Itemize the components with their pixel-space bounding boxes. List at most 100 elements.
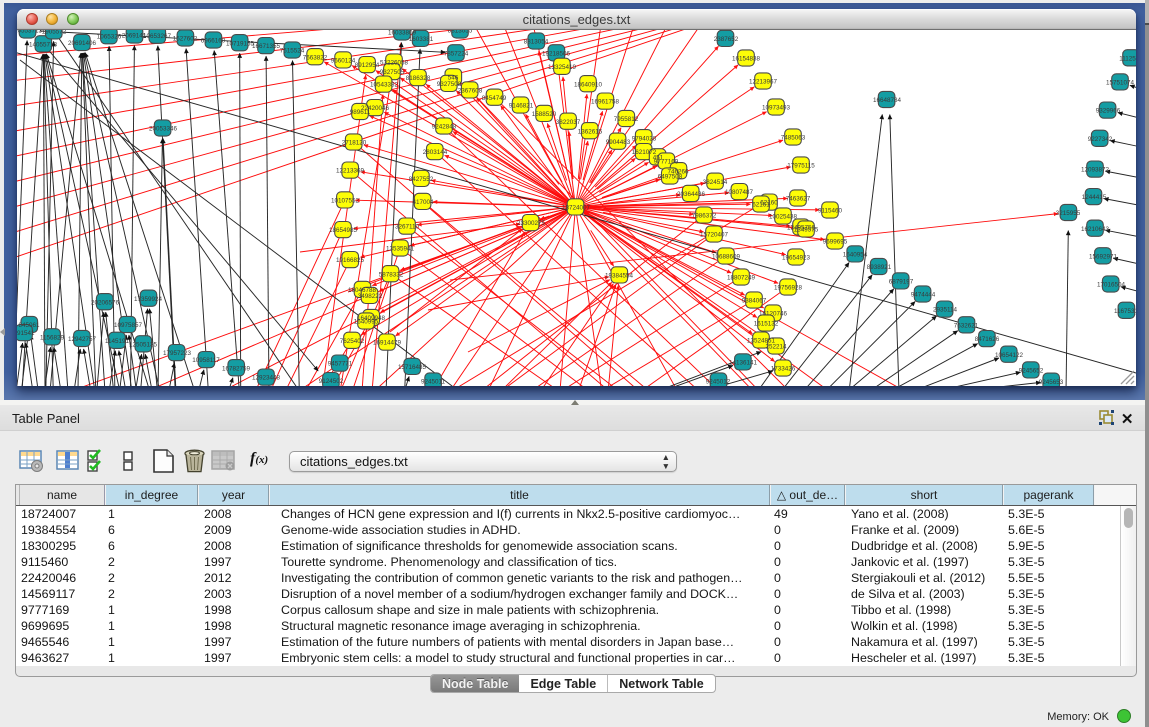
svg-text:20053346: 20053346 (149, 126, 178, 133)
svg-text:9227342: 9227342 (1088, 136, 1113, 143)
svg-text:6879197: 6879197 (889, 279, 914, 286)
svg-text:9327505: 9327505 (380, 69, 405, 76)
svg-text:10958117: 10958117 (192, 357, 220, 364)
svg-text:1615132: 1615132 (754, 321, 779, 328)
svg-text:12923448: 12923448 (252, 375, 281, 382)
svg-text:10025438: 10025438 (769, 214, 798, 221)
svg-text:6497508: 6497508 (658, 174, 683, 181)
svg-text:18807249: 18807249 (727, 275, 756, 282)
svg-text:13325419: 13325419 (548, 64, 577, 71)
svg-text:10719155: 10719155 (226, 40, 255, 47)
svg-text:18724007: 18724007 (562, 205, 591, 212)
svg-text:9904483: 9904483 (606, 139, 631, 146)
svg-text:10973493: 10973493 (762, 105, 791, 112)
svg-text:1112543: 1112543 (1119, 55, 1136, 62)
svg-text:7515524: 7515524 (280, 48, 305, 55)
svg-text:17016504: 17016504 (1097, 282, 1126, 289)
svg-text:10543382: 10543382 (370, 82, 399, 89)
svg-text:2387652: 2387652 (714, 36, 739, 43)
svg-text:9242848: 9242848 (432, 124, 457, 131)
svg-text:16961758: 16961758 (591, 99, 620, 106)
svg-text:10653267: 10653267 (143, 33, 172, 40)
svg-text:391541: 391541 (17, 330, 35, 337)
svg-text:12213967: 12213967 (749, 79, 778, 86)
svg-text:7663822: 7663822 (303, 54, 328, 61)
svg-text:19654923: 19654923 (782, 255, 811, 262)
svg-text:1527602: 1527602 (173, 36, 198, 43)
svg-text:10688609: 10688609 (712, 254, 741, 261)
svg-text:9777169: 9777169 (654, 159, 679, 166)
svg-text:10107552: 10107552 (331, 198, 360, 205)
svg-text:8813054: 8813054 (524, 39, 549, 46)
svg-text:18654985: 18654985 (329, 227, 358, 234)
svg-text:16210643: 16210643 (1081, 226, 1110, 233)
svg-text:10975857: 10975857 (114, 322, 143, 329)
svg-text:3822037: 3822037 (556, 119, 581, 126)
svg-text:9699695: 9699695 (823, 239, 848, 246)
svg-text:1244415: 1244415 (1082, 194, 1107, 201)
svg-text:9146821: 9146821 (509, 103, 534, 110)
svg-text:8454749: 8454749 (482, 95, 507, 102)
svg-text:8938921: 8938921 (867, 264, 892, 271)
svg-text:1603381: 1603381 (409, 36, 434, 43)
svg-text:3267110: 3267110 (395, 224, 420, 231)
svg-text:15716485: 15716485 (398, 364, 427, 371)
svg-text:417004: 417004 (412, 199, 434, 206)
svg-text:15751074: 15751074 (1106, 80, 1135, 87)
svg-text:12942757: 12942757 (68, 336, 97, 343)
svg-text:5878332: 5878332 (379, 271, 404, 278)
svg-text:7986372: 7986372 (692, 213, 717, 220)
svg-text:62161: 62161 (752, 202, 770, 209)
svg-text:8813055: 8813055 (448, 30, 473, 35)
svg-text:15720407: 15720407 (700, 232, 729, 239)
svg-text:2367608: 2367608 (458, 88, 483, 95)
svg-text:1349575: 1349575 (794, 227, 819, 234)
svg-text:20553713: 20553713 (17, 30, 42, 35)
svg-text:17957223: 17957223 (163, 350, 192, 357)
svg-text:13535941: 13535941 (386, 246, 415, 253)
svg-text:9384067: 9384067 (742, 298, 767, 305)
svg-text:17359924: 17359924 (134, 296, 163, 303)
svg-text:9245011: 9245011 (421, 379, 446, 386)
svg-text:7955812: 7955812 (614, 116, 639, 123)
svg-text:14055713: 14055713 (29, 41, 58, 48)
svg-text:19384554: 19384554 (605, 273, 634, 280)
svg-text:53226058: 53226058 (380, 60, 409, 67)
svg-text:1362615: 1362615 (578, 128, 603, 135)
svg-text:1588520: 1588520 (532, 111, 557, 118)
svg-text:18640910: 18640910 (574, 81, 603, 88)
svg-text:9474444: 9474444 (911, 292, 936, 299)
svg-text:6966160: 6966160 (201, 38, 226, 45)
svg-text:19218506: 19218506 (542, 50, 571, 57)
svg-text:12213369: 12213369 (336, 168, 365, 175)
svg-text:1167531: 1167531 (1114, 308, 1136, 315)
svg-text:9457771: 9457771 (328, 361, 353, 368)
svg-text:8427552: 8427552 (409, 176, 434, 183)
svg-text:989611: 989611 (350, 109, 371, 116)
svg-text:7463627: 7463627 (786, 196, 811, 203)
svg-text:19166825: 19166825 (336, 257, 365, 264)
svg-text:7857224: 7857224 (444, 50, 469, 57)
svg-text:16782759: 16782759 (222, 365, 251, 372)
svg-text:1640954: 1640954 (843, 252, 868, 259)
svg-text:23300275: 23300275 (517, 220, 546, 227)
svg-text:16154838: 16154838 (732, 56, 761, 63)
svg-text:20364436: 20364436 (677, 191, 706, 198)
svg-text:15692971: 15692971 (1089, 253, 1118, 260)
svg-text:10654122: 10654122 (995, 352, 1024, 359)
svg-text:8186328: 8186328 (406, 75, 431, 82)
svg-text:1905572: 1905572 (42, 30, 67, 35)
svg-text:7485063: 7485063 (781, 135, 806, 142)
svg-text:8471626: 8471626 (975, 336, 1000, 343)
svg-text:9124502: 9124502 (319, 378, 344, 385)
svg-text:20691406: 20691406 (68, 40, 97, 47)
svg-text:17975115: 17975115 (787, 163, 815, 170)
svg-text:1145191: 1145191 (105, 338, 130, 345)
svg-text:16648784: 16648784 (873, 97, 902, 104)
svg-text:10807487: 10807487 (725, 189, 754, 196)
svg-text:14136141: 14136141 (729, 360, 758, 367)
svg-text:252214: 252214 (765, 344, 787, 351)
svg-text:3215955: 3215955 (1056, 210, 1081, 217)
svg-text:16671355: 16671355 (252, 43, 281, 50)
svg-text:1640995: 1640995 (354, 319, 379, 326)
